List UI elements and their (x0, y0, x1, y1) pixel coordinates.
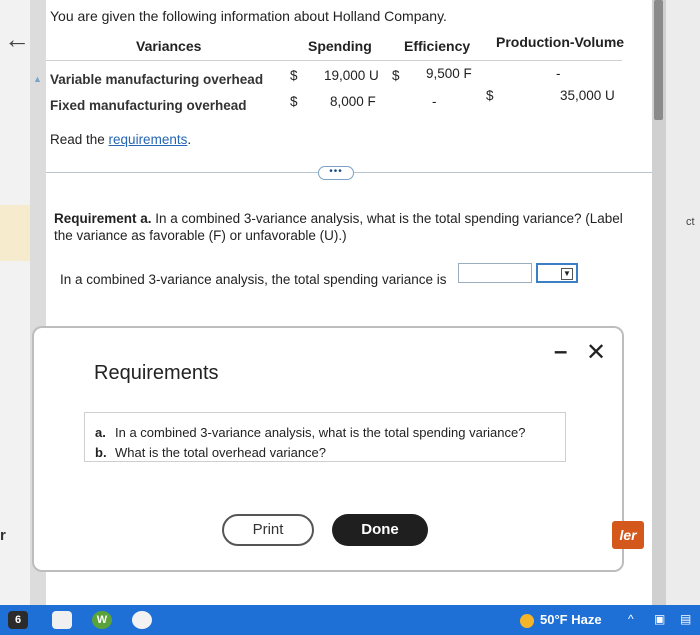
row-fixed-spending-dollar: $ (290, 94, 298, 109)
row-label-variable: Variable manufacturing overhead (50, 72, 264, 87)
row-fixed-production-volume-dollar: $ (486, 88, 494, 103)
weather-widget[interactable]: 50°F Haze (520, 612, 602, 628)
requirements-list: a. In a combined 3-variance analysis, wha… (84, 412, 566, 462)
right-scroll-thumb[interactable] (654, 0, 663, 120)
taskbar-app-icon[interactable]: 6 (8, 611, 28, 629)
minimize-icon[interactable]: – (554, 338, 567, 366)
requirement-item-a: a. In a combined 3-variance analysis, wha… (95, 423, 565, 443)
row-variable-production-volume: - (556, 66, 561, 81)
taskbar-browser-icon[interactable] (132, 611, 152, 629)
read-prefix: Read the (50, 132, 109, 147)
row-label-fixed: Fixed manufacturing overhead (50, 98, 247, 113)
row-fixed-efficiency: - (432, 94, 437, 109)
answer-prompt: In a combined 3-variance analysis, the t… (60, 272, 447, 287)
requirement-text-b: What is the total overhead variance? (115, 445, 327, 460)
requirement-text-a: In a combined 3-variance analysis, what … (115, 425, 526, 440)
sun-icon (520, 613, 534, 628)
row-variable-spending: 19,000 U (324, 68, 379, 83)
left-background (0, 0, 34, 605)
requirement-key-a: a. (95, 425, 106, 440)
row-fixed-production-volume: 35,000 U (560, 88, 615, 103)
close-icon[interactable]: ✕ (586, 338, 606, 367)
weather-text: 50°F Haze (540, 612, 602, 627)
row-variable-efficiency-dollar: $ (392, 68, 400, 83)
done-button[interactable]: Done (332, 514, 428, 546)
tray-action-center-icon[interactable]: ▤ (680, 612, 691, 626)
tray-chevron-icon[interactable]: ^ (628, 612, 634, 626)
header-production-volume: Production-Volume (496, 34, 625, 50)
scroll-up-icon[interactable]: ▲ (33, 74, 42, 84)
read-suffix: . (187, 132, 192, 147)
requirement-a-label: Requirement a. (54, 211, 152, 226)
header-spending: Spending (308, 38, 372, 54)
requirements-modal: Requirements – ✕ a. In a combined 3-varia… (34, 328, 622, 570)
header-rule (46, 60, 622, 61)
back-arrow-icon[interactable]: ← (4, 24, 30, 55)
taskbar-word-icon[interactable]: W (92, 611, 112, 629)
dropdown-caret-icon: ▼ (561, 268, 573, 280)
row-fixed-spending: 8,000 F (330, 94, 376, 109)
row-variable-efficiency: 9,500 F (426, 66, 472, 81)
requirement-a-text: Requirement a. In a combined 3-variance … (54, 210, 634, 244)
requirements-link[interactable]: requirements (109, 132, 188, 147)
right-background (666, 0, 700, 605)
variance-label-dropdown[interactable]: ▼ (536, 263, 578, 283)
print-button[interactable]: Print (222, 514, 314, 546)
modal-title: Requirements (94, 362, 219, 384)
spending-variance-input[interactable] (458, 263, 532, 283)
left-highlight-strip (0, 205, 34, 261)
header-variances: Variances (136, 38, 202, 54)
row-variable-spending-dollar: $ (290, 68, 298, 83)
side-orange-badge[interactable]: ler (612, 521, 644, 549)
intro-text: You are given the following information … (50, 8, 447, 24)
requirement-item-b: b. What is the total overhead variance? (95, 443, 565, 463)
expand-dots-button[interactable]: ••• (318, 166, 354, 180)
requirement-key-b: b. (95, 445, 107, 460)
read-requirements: Read the requirements. (50, 132, 191, 147)
tray-display-icon[interactable]: ▣ (654, 612, 665, 626)
taskbar-calendar-icon[interactable] (52, 611, 72, 629)
header-efficiency: Efficiency (404, 38, 471, 54)
right-edge-text: ct (686, 216, 695, 228)
side-tab-letter: r (0, 527, 6, 544)
